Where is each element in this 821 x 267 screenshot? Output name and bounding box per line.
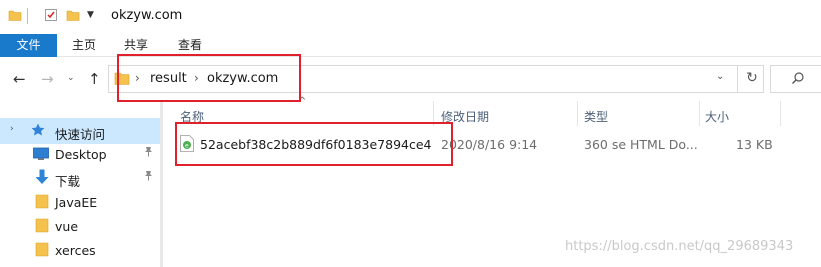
search-icon	[791, 71, 805, 88]
divider	[27, 8, 28, 24]
refresh-button[interactable]: ↻	[737, 65, 766, 93]
download-icon	[35, 169, 49, 189]
star-icon	[30, 122, 46, 141]
nav-item-label: JavaEE	[55, 195, 98, 210]
refresh-icon: ↻	[746, 70, 758, 86]
navigation-scrollbar[interactable]	[160, 101, 163, 267]
annotation-box	[175, 122, 453, 166]
nav-item-vue[interactable]: vue	[0, 213, 160, 239]
folder-icon	[35, 194, 49, 212]
navigation-pane: › 快速访问 Desktop 下载 JavaEE vue xerces	[0, 101, 163, 267]
up-icon[interactable]: ↑	[88, 70, 101, 88]
column-divider[interactable]	[699, 101, 700, 126]
file-modified: 2020/8/16 9:14	[441, 137, 538, 152]
annotation-box	[117, 54, 301, 102]
nav-item-javaee[interactable]: JavaEE	[0, 189, 160, 215]
pin-icon[interactable]	[143, 146, 154, 160]
folder-icon	[35, 261, 49, 267]
watermark: https://blog.csdn.net/qq_29689343	[565, 239, 794, 254]
recent-locations-icon[interactable]: ⌄	[67, 73, 75, 83]
column-header-size[interactable]: 大小	[705, 108, 729, 125]
expand-chevron-icon[interactable]: ›	[10, 124, 14, 134]
search-input[interactable]	[770, 65, 821, 93]
forward-icon[interactable]: →	[41, 70, 54, 88]
file-size: 13 KB	[736, 137, 773, 152]
properties-icon[interactable]	[44, 8, 58, 25]
pin-icon[interactable]	[143, 170, 154, 184]
file-type: 360 se HTML Do...	[584, 137, 698, 152]
tab-home[interactable]: 主页	[72, 34, 96, 57]
folder-icon	[8, 8, 22, 25]
nav-item-label: Desktop	[55, 147, 107, 162]
customize-toolbar-icon[interactable]: ▼	[87, 10, 94, 20]
nav-item-label: 下载	[55, 174, 81, 189]
column-divider[interactable]	[577, 101, 578, 126]
folder-icon	[35, 218, 49, 236]
title-bar: ▼ okzyw.com	[0, 0, 821, 32]
column-header-type[interactable]: 类型	[584, 108, 608, 125]
nav-item-xerces[interactable]: xerces	[0, 237, 160, 263]
nav-item-label: vue	[55, 219, 79, 234]
address-dropdown-icon[interactable]: ⌄	[716, 71, 724, 82]
nav-item-label: xerces	[55, 243, 96, 258]
desktop-icon	[33, 147, 49, 164]
new-folder-icon[interactable]	[66, 8, 80, 25]
tab-file[interactable]: 文件	[0, 34, 57, 57]
window-title: okzyw.com	[111, 8, 183, 23]
nav-item-desktop[interactable]: Desktop	[0, 141, 160, 167]
nav-item-downloads[interactable]: 下载	[0, 165, 160, 191]
folder-icon	[35, 242, 49, 260]
column-divider[interactable]	[780, 101, 781, 126]
back-icon[interactable]: ←	[13, 70, 26, 88]
